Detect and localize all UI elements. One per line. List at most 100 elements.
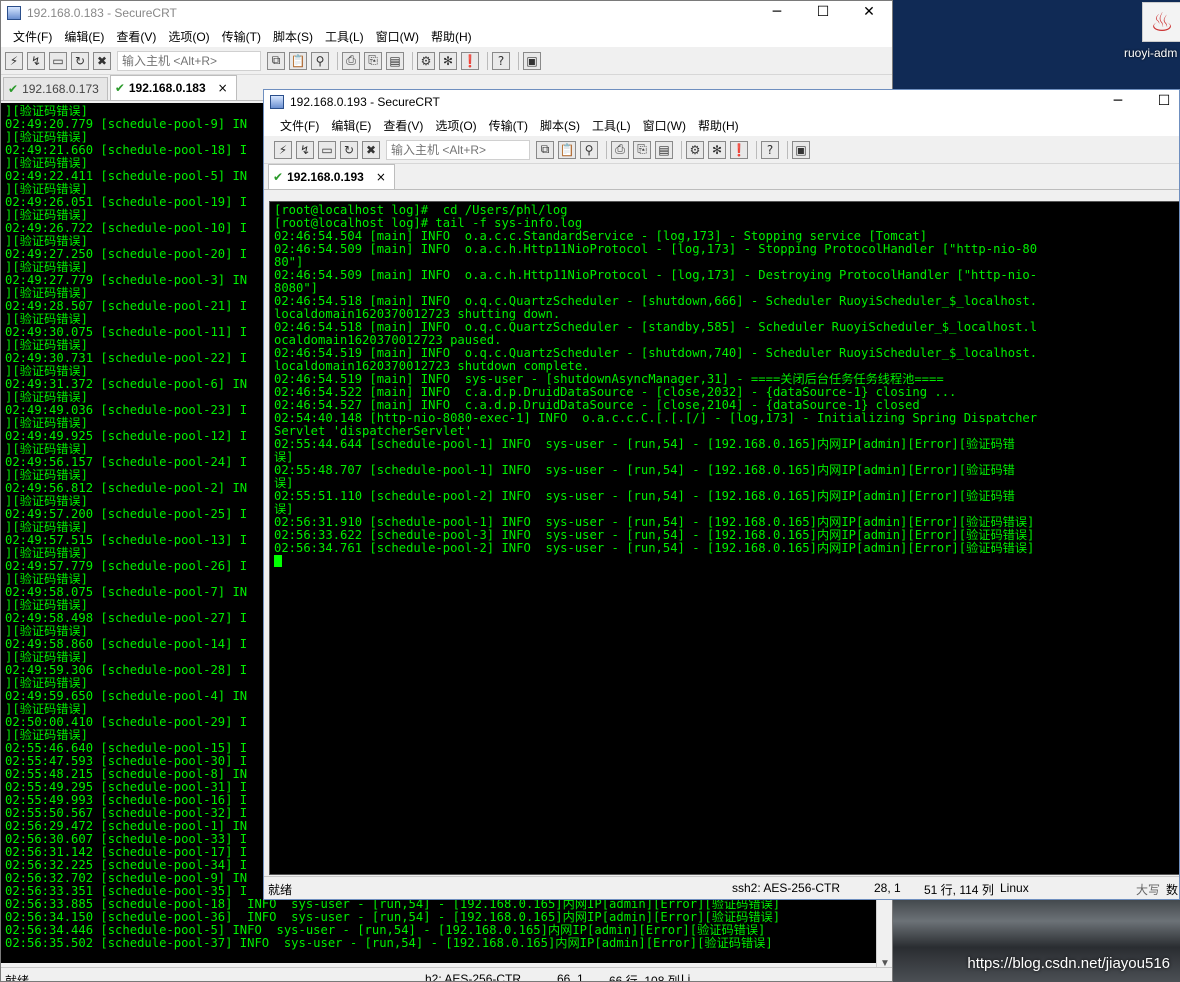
status-ready: 就绪 [5, 974, 30, 982]
menu-window[interactable]: 窗口(W) [637, 117, 692, 134]
status-bar: 就绪 ssh2: AES-256-CTR 28, 1 51 行, 114 列 L… [264, 876, 1179, 899]
menu-tools[interactable]: 工具(L) [319, 28, 370, 45]
close-button[interactable]: ✕ [846, 1, 892, 25]
menu-view[interactable]: 查看(V) [110, 28, 162, 45]
quick-connect-icon[interactable]: ↯ [27, 51, 45, 70]
maximize-button[interactable]: ☐ [800, 1, 846, 25]
print-icon[interactable]: ⎙ [342, 51, 360, 70]
status-rows-cols: 66 行, 108 列 [609, 974, 680, 982]
desktop-icon-label: ruoyi-adm [1124, 46, 1178, 60]
connected-check-icon: ✔ [273, 170, 284, 184]
session-tab-bar: ✔ 192.168.0.193 × [264, 164, 1179, 190]
menu-transfer[interactable]: 传输(T) [483, 117, 534, 134]
toolbar: ⚡ ↯ ▭ ↻ ✖ ⧉ 📋 ⚲ ⎙ ⎘ ▤ ⚙ ✻ ❗ ? ▣ [1, 47, 892, 75]
toolbar-separator [756, 140, 757, 159]
maximize-button[interactable]: ☐ [1141, 90, 1179, 114]
global-options-icon[interactable]: ✻ [708, 140, 726, 159]
copy-icon[interactable]: ⧉ [536, 140, 554, 159]
session-options-icon[interactable]: ⚙ [417, 51, 435, 70]
print-selection-icon[interactable]: ⎘ [633, 140, 651, 159]
reconnect-icon[interactable]: ↻ [71, 51, 89, 70]
terminal-line: 02:46:54.509 [main] INFO o.a.c.h.Http11N… [274, 242, 1038, 256]
session-options-icon[interactable]: ⚙ [686, 140, 704, 159]
menu-options[interactable]: 选项(O) [429, 117, 482, 134]
find-icon[interactable]: ⚲ [311, 51, 329, 70]
status-cipher: ssh2: AES-256-CTR [732, 881, 841, 895]
session-tab-active[interactable]: ✔ 192.168.0.183 × [109, 75, 237, 100]
securecrt-app-icon [270, 95, 284, 109]
session-tab-active[interactable]: ✔ 192.168.0.193 × [268, 164, 395, 189]
menu-help[interactable]: 帮助(H) [692, 117, 745, 134]
menu-help[interactable]: 帮助(H) [425, 28, 478, 45]
paste-icon[interactable]: 📋 [558, 140, 576, 159]
toolbar-separator [606, 140, 607, 159]
global-options-icon[interactable]: ✻ [439, 51, 457, 70]
toolbar-separator [681, 140, 682, 159]
terminal-line: 02:56:34.761 [schedule-pool-2] INFO sys-… [274, 541, 1035, 555]
minimize-button[interactable]: ─ [1095, 90, 1141, 114]
java-app-icon: ♨ [1142, 2, 1180, 42]
menu-file[interactable]: 文件(F) [274, 117, 325, 134]
title-bar[interactable]: 192.168.0.193 - SecureCRT ─ ☐ [264, 90, 1179, 114]
print-icon[interactable]: ⎙ [611, 140, 629, 159]
host-input[interactable] [117, 50, 261, 71]
status-terminal-type: Li [681, 972, 691, 982]
menu-bar: 文件(F) 编辑(E) 查看(V) 选项(O) 传输(T) 脚本(S) 工具(L… [1, 25, 892, 47]
connect-icon[interactable]: ⚡ [274, 140, 292, 159]
tab-close-icon[interactable]: × [376, 170, 386, 184]
menu-file[interactable]: 文件(F) [7, 28, 58, 45]
menu-edit[interactable]: 编辑(E) [58, 28, 110, 45]
title-bar[interactable]: 192.168.0.183 - SecureCRT ─ ☐ ✕ [1, 1, 892, 25]
keymap-icon[interactable]: ❗ [461, 51, 479, 70]
tab-close-icon[interactable]: × [218, 81, 228, 95]
find-icon[interactable]: ⚲ [580, 140, 598, 159]
status-cipher: h2: AES-256-CTR [425, 972, 522, 982]
watermark: https://blog.csdn.net/jiayou516 [967, 955, 1170, 972]
sftp-icon[interactable]: ▣ [523, 51, 541, 70]
help-icon[interactable]: ? [492, 51, 510, 70]
menu-options[interactable]: 选项(O) [162, 28, 215, 45]
printer-icon[interactable]: ▤ [655, 140, 673, 159]
minimize-button[interactable]: ─ [754, 1, 800, 25]
status-num-lock: 数 [1166, 883, 1179, 897]
menu-script[interactable]: 脚本(S) [267, 28, 319, 45]
host-input[interactable] [386, 139, 530, 160]
status-cursor-pos: 28, 1 [874, 881, 901, 895]
disconnect-icon[interactable]: ✖ [362, 140, 380, 159]
menu-script[interactable]: 脚本(S) [534, 117, 586, 134]
status-caps-lock: 大写 [1136, 883, 1161, 897]
menu-edit[interactable]: 编辑(E) [325, 117, 377, 134]
connected-check-icon: ✔ [114, 81, 125, 95]
connect-icon[interactable]: ⚡ [5, 51, 23, 70]
print-selection-icon[interactable]: ⎘ [364, 51, 382, 70]
connect-tab-icon[interactable]: ▭ [49, 51, 67, 70]
disconnect-icon[interactable]: ✖ [93, 51, 111, 70]
sftp-icon[interactable]: ▣ [792, 140, 810, 159]
desktop-java-icon[interactable]: ♨ ruoyi-adm [1124, 0, 1180, 66]
menu-tools[interactable]: 工具(L) [586, 117, 637, 134]
reconnect-icon[interactable]: ↻ [340, 140, 358, 159]
toolbar: ⚡ ↯ ▭ ↻ ✖ ⧉ 📋 ⚲ ⎙ ⎘ ▤ ⚙ ✻ ❗ ? ▣ [264, 136, 1179, 164]
menu-transfer[interactable]: 传输(T) [216, 28, 267, 45]
terminal-line: 02:56:35.502 [schedule-pool-37] INFO sys… [5, 936, 773, 950]
toolbar-separator [518, 51, 519, 70]
window-title: 192.168.0.183 - SecureCRT [27, 6, 177, 20]
paste-icon[interactable]: 📋 [289, 51, 307, 70]
tab-label: 192.168.0.193 [287, 170, 364, 184]
terminal-cursor [274, 555, 282, 567]
quick-connect-icon[interactable]: ↯ [296, 140, 314, 159]
terminal-output[interactable]: [root@localhost log]# cd /Users/phl/log[… [269, 201, 1179, 875]
menu-bar: 文件(F) 编辑(E) 查看(V) 选项(O) 传输(T) 脚本(S) 工具(L… [264, 114, 1179, 136]
session-tab[interactable]: ✔ 192.168.0.173 [3, 77, 108, 100]
tab-label: 192.168.0.173 [22, 82, 99, 96]
menu-window[interactable]: 窗口(W) [370, 28, 425, 45]
printer-icon[interactable]: ▤ [386, 51, 404, 70]
help-icon[interactable]: ? [761, 140, 779, 159]
copy-icon[interactable]: ⧉ [267, 51, 285, 70]
menu-view[interactable]: 查看(V) [377, 117, 429, 134]
window-title: 192.168.0.193 - SecureCRT [290, 95, 440, 109]
keymap-icon[interactable]: ❗ [730, 140, 748, 159]
terminal-line: 02:55:44.644 [schedule-pool-1] INFO sys-… [274, 437, 1015, 451]
connect-tab-icon[interactable]: ▭ [318, 140, 336, 159]
securecrt-window-front[interactable]: 192.168.0.193 - SecureCRT ─ ☐ 文件(F) 编辑(E… [263, 89, 1180, 900]
